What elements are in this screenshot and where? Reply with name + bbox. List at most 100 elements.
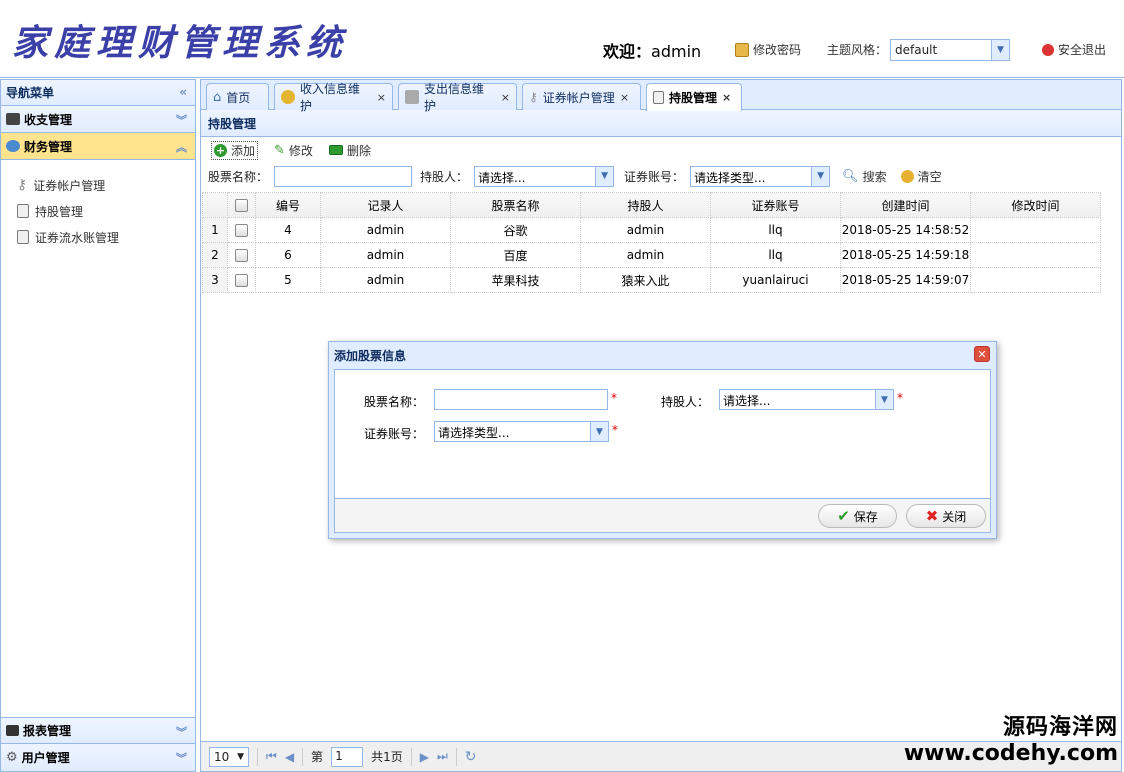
delete-label: 删除 — [346, 143, 371, 158]
divider — [410, 747, 412, 766]
search-button[interactable]: 🔍︎ 搜索 — [842, 168, 887, 185]
sidebar-item-securities-ledger[interactable]: 证券流水账管理 — [17, 224, 195, 250]
divider — [455, 747, 457, 766]
edit-button[interactable]: ✎ 修改 — [274, 142, 313, 159]
sidebar-item-holdings[interactable]: 持股管理 — [17, 198, 195, 224]
dialog-body: 股票名称： * 持股人： 请选择... ▼ * 证券账号： 请选择类型... ▼… — [334, 369, 991, 499]
row-checkbox[interactable] — [227, 217, 256, 243]
stock-name-field[interactable] — [434, 389, 608, 410]
watermark-line2: www.codehy.com — [903, 741, 1118, 766]
sidebar-section-reports[interactable]: 报表管理 ︾ — [1, 717, 195, 744]
cell-modified — [970, 217, 1101, 243]
stock-name-input[interactable] — [274, 165, 413, 187]
power-icon — [1042, 43, 1054, 56]
logout-label: 安全退出 — [1058, 43, 1107, 57]
holder-select[interactable]: 请选择... ▼ — [719, 389, 894, 410]
close-icon[interactable]: × — [377, 91, 386, 104]
close-icon: ✖ — [925, 507, 939, 525]
cell-stock: 谷歌 — [450, 217, 581, 243]
collapse-left-icon[interactable]: « — [179, 85, 187, 99]
col-header[interactable]: 修改时间 — [970, 192, 1101, 218]
tab-expense[interactable]: 支出信息维护 × — [398, 82, 517, 113]
close-icon[interactable]: ✕ — [974, 346, 990, 362]
col-header[interactable]: 编号 — [255, 192, 321, 218]
gear-icon: ⚙ — [6, 750, 18, 765]
table-row[interactable]: 2 6 admin 百度 admin llq 2018-05-25 14:59:… — [202, 242, 1101, 268]
refresh-icon[interactable]: ↻ — [465, 749, 477, 765]
section-label: 报表管理 — [23, 724, 72, 738]
tab-label: 持股管理 — [669, 91, 718, 105]
tab-income[interactable]: 收入信息维护 × — [274, 82, 393, 113]
section-label: 财务管理 — [24, 139, 73, 154]
col-header[interactable]: 股票名称 — [450, 192, 581, 218]
row-checkbox[interactable] — [227, 267, 256, 293]
save-button[interactable]: ✔ 保存 — [818, 504, 897, 528]
sidebar-item-securities-account[interactable]: ⚷ 证券帐户管理 — [17, 172, 195, 198]
last-page-icon[interactable]: ⏭ — [437, 749, 448, 764]
tab-holdings[interactable]: 持股管理 × — [646, 83, 742, 111]
clear-icon — [900, 169, 914, 183]
page-size-select[interactable]: 10 ▼ — [209, 746, 249, 767]
next-page-icon[interactable]: ▶ — [420, 750, 429, 764]
home-icon: ⌂ — [213, 89, 222, 105]
holder-select[interactable]: 请选择... ▼ — [474, 165, 615, 187]
change-password-link[interactable]: 修改密码 — [735, 41, 801, 58]
cell-recorder: admin — [320, 217, 451, 243]
col-header[interactable]: 持股人 — [580, 192, 711, 218]
row-number: 2 — [202, 242, 228, 268]
caret-down-icon: ▼ — [237, 751, 244, 762]
chevron-down-icon: ︾ — [176, 726, 187, 739]
chevron-down-icon: ▼ — [595, 166, 614, 186]
close-icon[interactable]: × — [501, 91, 510, 104]
close-button[interactable]: ✖ 关闭 — [906, 504, 986, 528]
prev-page-icon[interactable]: ◀ — [285, 750, 294, 764]
col-header[interactable]: 创建时间 — [840, 192, 971, 218]
theme-select[interactable]: default ▼ — [890, 39, 1010, 61]
tab-securities-account[interactable]: ⚷ 证券帐户管理 × — [522, 83, 641, 110]
holdings-table: 编号 记录人 股票名称 持股人 证券账号 创建时间 修改时间 1 4 admin… — [202, 192, 1121, 293]
page-number-input[interactable]: 1 — [331, 746, 364, 767]
add-button[interactable]: + 添加 — [211, 140, 259, 160]
sidebar-section-income-expense[interactable]: 收支管理 ︾ — [1, 106, 195, 133]
section-label: 收支管理 — [24, 112, 73, 127]
tab-label: 首页 — [226, 90, 251, 105]
dialog-header: 添加股票信息 ✕ — [329, 342, 996, 368]
header: 家庭理财管理系统 欢迎：admin 修改密码 主题风格： default ▼ 安… — [0, 0, 1124, 78]
account-select[interactable]: 请选择类型... ▼ — [434, 421, 609, 442]
sidebar-section-finance[interactable]: 财务管理 ︽ — [1, 133, 195, 160]
row-checkbox[interactable] — [227, 242, 256, 268]
stock-name-label: 股票名称： — [364, 395, 425, 409]
change-password-label: 修改密码 — [753, 43, 802, 57]
sidebar-header: 导航菜单 « — [1, 80, 195, 106]
cell-stock: 百度 — [450, 242, 581, 268]
divider — [302, 747, 304, 766]
dialog-footer: ✔ 保存 ✖ 关闭 — [334, 499, 991, 533]
tab-home[interactable]: ⌂ 首页 — [206, 83, 269, 110]
sidebar-section-users[interactable]: ⚙ 用户管理 ︾ — [1, 744, 195, 771]
tab-label: 收入信息维护 — [299, 82, 360, 113]
chart-icon — [6, 725, 19, 736]
close-icon[interactable]: × — [620, 91, 629, 104]
cell-account: yuanlairuci — [710, 267, 841, 293]
account-select[interactable]: 请选择类型... ▼ — [690, 165, 831, 187]
row-number: 1 — [202, 217, 228, 243]
required-mark: * — [897, 391, 903, 405]
close-icon[interactable]: × — [722, 91, 731, 104]
delete-button[interactable]: 删除 — [328, 142, 371, 159]
watermark-line1: 源码海洋网 — [1002, 715, 1118, 740]
logout-link[interactable]: 安全退出 — [1042, 41, 1106, 58]
chevron-down-icon: ︾ — [176, 752, 187, 765]
first-page-icon[interactable]: ⏮ — [266, 749, 277, 764]
watermark: 源码海洋网 www.codehy.com — [904, 709, 1118, 766]
table-header-row: 编号 记录人 股票名称 持股人 证券账号 创建时间 修改时间 — [202, 192, 1101, 218]
table-row[interactable]: 3 5 admin 苹果科技 猿来入此 yuanlairuci 2018-05-… — [202, 267, 1101, 293]
col-header[interactable]: 证券账号 — [710, 192, 841, 218]
col-header[interactable]: 记录人 — [320, 192, 451, 218]
select-all-checkbox[interactable] — [227, 192, 256, 218]
finance-menu: ⚷ 证券帐户管理 持股管理 证券流水账管理 — [1, 160, 195, 250]
add-stock-dialog: 添加股票信息 ✕ 股票名称： * 持股人： 请选择... ▼ * 证券账号： 请… — [328, 341, 997, 539]
minus-icon — [328, 145, 343, 155]
save-label: 保存 — [853, 509, 878, 524]
table-row[interactable]: 1 4 admin 谷歌 admin llq 2018-05-25 14:58:… — [202, 217, 1101, 243]
clear-button[interactable]: 清空 — [900, 168, 942, 185]
